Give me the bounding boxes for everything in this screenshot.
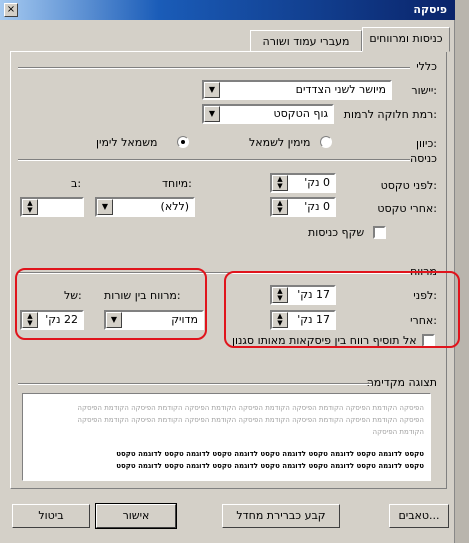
title-bar: פיסקה × [0, 0, 455, 20]
set-default-button[interactable]: קבע כברירת מחדל [222, 504, 340, 528]
outline-level-value: גוף הטקסט [273, 107, 328, 120]
annotation-red-outline [224, 271, 460, 348]
indent-after-input[interactable]: ▲ ▼ 0 נק' [270, 197, 336, 217]
annotation-red-outline [15, 268, 207, 340]
by-input[interactable]: ▲ ▼ [20, 197, 84, 217]
by-label: ב: [71, 177, 82, 190]
spin-down-icon[interactable]: ▼ [275, 183, 285, 190]
section-general-title: כללי [416, 60, 437, 73]
alignment-value: מיושר לשני הצדדים [295, 83, 386, 96]
indent-after-value: 0 נק' [304, 200, 330, 213]
background-area [455, 0, 469, 543]
spin-down-icon[interactable]: ▼ [25, 207, 35, 214]
preview-box: הפיסקה הקודמת הפיסקה הקודמת הפיסקה הקודמ… [22, 393, 431, 481]
paragraph-dialog: פיסקה × מעברי עמוד ושורה כניסות ומרווחים… [0, 0, 460, 543]
divider [18, 67, 410, 69]
chevron-down-icon[interactable]: ▼ [204, 106, 220, 122]
indent-after-label: אחרי טקסט: [377, 202, 437, 215]
indent-before-label: לפני טקסט: [380, 179, 437, 192]
tab-indents-spacing[interactable]: כניסות ומרווחים [362, 27, 450, 52]
outline-level-select[interactable]: ▼ גוף הטקסט [202, 104, 334, 124]
indent-before-input[interactable]: ▲ ▼ 0 נק' [270, 173, 336, 193]
chevron-down-icon[interactable]: ▼ [97, 199, 113, 215]
section-indentation-title: כניסה [409, 152, 437, 165]
preview-sample-line: טקסט לדוגמה טקסט לדוגמה טקסט לדוגמה טקסט… [116, 462, 424, 470]
window-title: פיסקה [413, 3, 447, 16]
mirror-indents-checkbox[interactable] [373, 226, 386, 239]
tab-line-page-breaks[interactable]: מעברי עמוד ושורה [250, 30, 362, 52]
outline-level-label: רמת חלוקה לרמות: [343, 108, 437, 121]
section-preview-title: תצוגה מקדימה [366, 376, 437, 389]
divider [18, 383, 372, 385]
spin-buttons[interactable]: ▲ ▼ [272, 175, 288, 191]
ok-button[interactable]: אישור [95, 503, 177, 529]
spin-down-icon[interactable]: ▼ [275, 207, 285, 214]
special-value: (ללא) [160, 200, 189, 213]
divider [18, 159, 410, 161]
rtl-radio-label[interactable]: מימין לשמאל [249, 136, 310, 149]
cancel-button[interactable]: ביטול [12, 504, 90, 528]
preview-prev-line: הפיסקה הקודמת הפיסקה הקודמת הפיסקה הקודמ… [77, 404, 424, 412]
ltr-radio[interactable] [177, 136, 189, 148]
chevron-down-icon[interactable]: ▼ [204, 82, 220, 98]
special-label: מיוחד: [162, 177, 192, 190]
alignment-label: יישור: [411, 84, 437, 97]
special-select[interactable]: ▼ (ללא) [95, 197, 195, 217]
spin-buttons[interactable]: ▲ ▼ [272, 199, 288, 215]
preview-prev-line: הקודמת הפיסקה [372, 428, 424, 436]
rtl-radio[interactable] [320, 136, 332, 148]
spin-buttons[interactable]: ▲ ▼ [22, 199, 38, 215]
close-button[interactable]: × [4, 3, 18, 17]
preview-sample-line: טקסט לדוגמה טקסט לדוגמה טקסט לדוגמה טקסט… [116, 450, 424, 458]
tabs-button[interactable]: טאבים... [389, 504, 449, 528]
ltr-radio-label[interactable]: משמאל לימין [96, 136, 157, 149]
alignment-select[interactable]: ▼ מיושר לשני הצדדים [202, 80, 392, 100]
preview-prev-line: הפיסקה הקודמת הפיסקה הקודמת הפיסקה הקודמ… [77, 416, 424, 424]
direction-label: כיוון: [416, 137, 437, 150]
indent-before-value: 0 נק' [304, 176, 330, 189]
mirror-indents-label[interactable]: שקף כניסות [308, 226, 364, 239]
